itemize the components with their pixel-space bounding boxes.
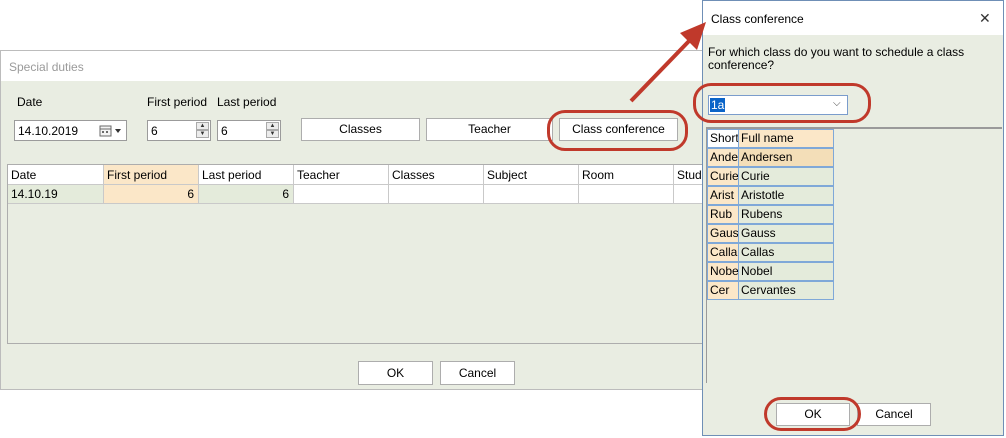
- red-arrow-icon: [629, 22, 706, 103]
